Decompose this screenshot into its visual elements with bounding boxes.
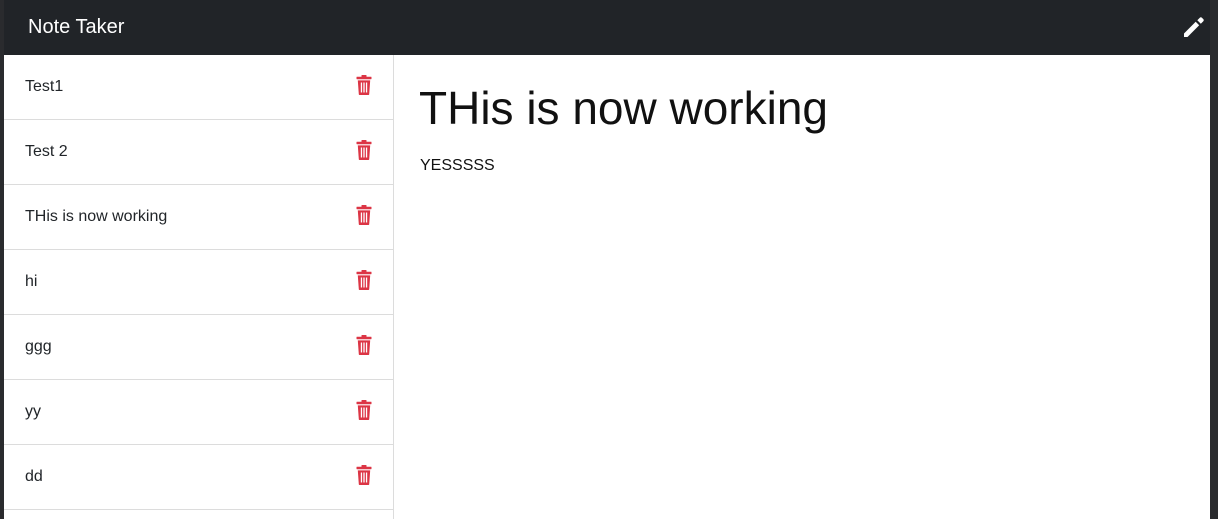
note-item-title: hi bbox=[25, 273, 38, 290]
note-item-title: dd bbox=[25, 468, 43, 485]
note-text-field[interactable]: YESSSSS bbox=[420, 156, 495, 176]
note-list-item[interactable]: THis is now working bbox=[4, 185, 393, 250]
note-item-title: ggg bbox=[25, 338, 52, 355]
trash-icon[interactable] bbox=[356, 400, 372, 420]
trash-icon[interactable] bbox=[356, 335, 372, 355]
app-window: Note Taker Test1 Test 2 THis is now work… bbox=[4, 0, 1210, 519]
note-item-title: THis is now working bbox=[25, 208, 168, 225]
trash-icon[interactable] bbox=[356, 75, 372, 95]
trash-icon[interactable] bbox=[356, 205, 372, 225]
note-list-item[interactable]: dd bbox=[4, 445, 393, 510]
navbar: Note Taker bbox=[4, 0, 1210, 55]
note-list-item[interactable]: hi bbox=[4, 250, 393, 315]
app-title[interactable]: Note Taker bbox=[28, 15, 124, 39]
trash-icon[interactable] bbox=[356, 270, 372, 290]
trash-icon[interactable] bbox=[356, 465, 372, 485]
trash-icon[interactable] bbox=[356, 140, 372, 160]
note-list-item[interactable]: Test1 bbox=[4, 55, 393, 120]
note-item-title: yy bbox=[25, 403, 41, 420]
note-list-item[interactable]: ggg bbox=[4, 315, 393, 380]
note-list-item[interactable]: yy bbox=[4, 380, 393, 445]
new-note-button[interactable] bbox=[1181, 14, 1207, 40]
note-list: Test1 Test 2 THis is now working hi ggg … bbox=[4, 55, 394, 519]
note-list-item[interactable]: Test 2 bbox=[4, 120, 393, 185]
note-item-title: Test1 bbox=[25, 78, 64, 95]
pencil-icon bbox=[1184, 17, 1204, 37]
note-view: THis is now working YESSSSS bbox=[394, 55, 1210, 519]
note-item-title: Test 2 bbox=[25, 143, 68, 160]
note-title-field[interactable]: THis is now working bbox=[419, 83, 828, 133]
